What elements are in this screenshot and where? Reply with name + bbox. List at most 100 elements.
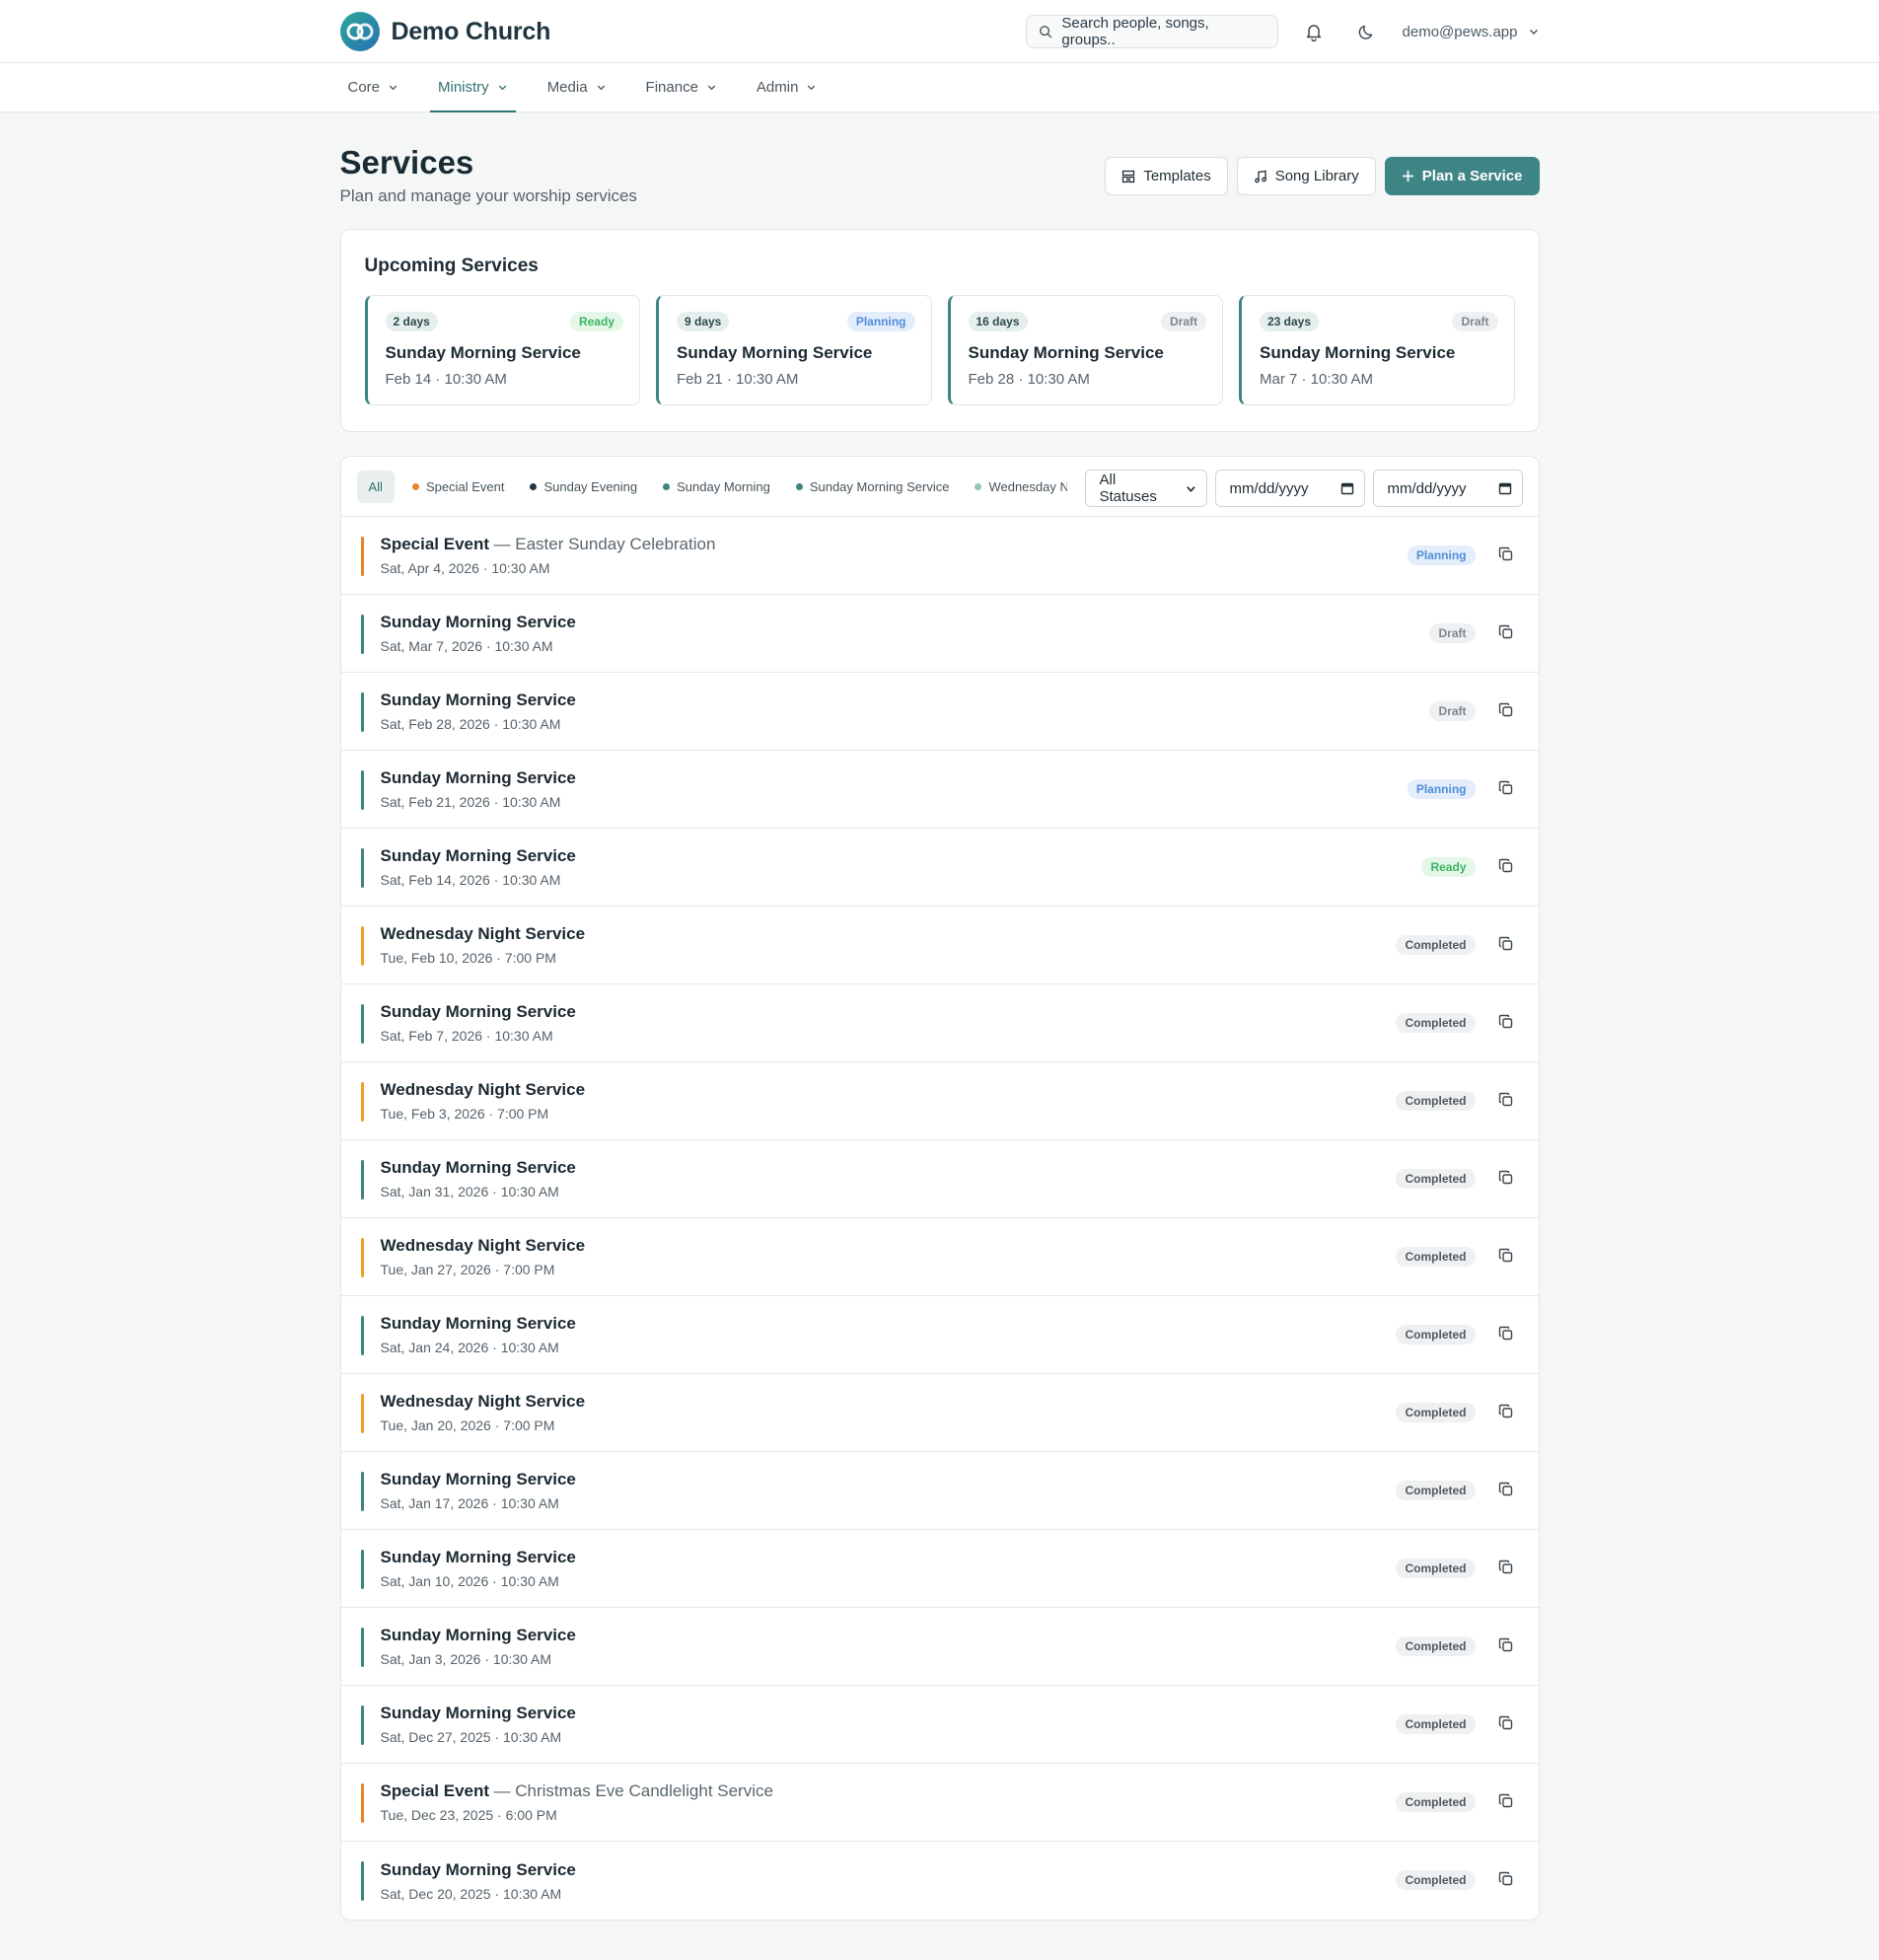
bell-icon xyxy=(1306,25,1321,41)
chip-label: Wednesday Night Service xyxy=(988,478,1066,494)
filter-chip-all[interactable]: All xyxy=(356,470,395,503)
service-title: Wednesday Night Service xyxy=(380,924,586,943)
service-row[interactable]: Sunday Morning Service Sat, Feb 14, 2026 … xyxy=(340,829,1539,907)
nav-item-core[interactable]: Core xyxy=(340,63,407,111)
service-type-color-bar xyxy=(360,1550,364,1589)
type-color-dot xyxy=(411,482,419,490)
calendar-icon xyxy=(1498,482,1511,495)
service-row[interactable]: Wednesday Night Service Tue, Jan 20, 2026… xyxy=(340,1374,1539,1452)
theme-toggle-button[interactable] xyxy=(1349,15,1385,48)
service-row[interactable]: Wednesday Night Service Tue, Jan 27, 2026… xyxy=(340,1218,1539,1296)
user-menu[interactable]: demo@pews.app xyxy=(1403,24,1540,40)
service-date: Tue, Feb 3, 2026 · 7:00 PM xyxy=(380,1106,549,1122)
service-row[interactable]: Sunday Morning Service Sat, Jan 17, 2026 … xyxy=(340,1452,1539,1530)
service-title: Special Event xyxy=(380,1781,490,1800)
duplicate-icon[interactable] xyxy=(1497,1247,1515,1265)
service-title: Sunday Morning Service xyxy=(380,613,576,631)
chevron-down-icon xyxy=(498,85,506,91)
service-row[interactable]: Sunday Morning Service Sat, Dec 20, 2025 … xyxy=(341,1842,1539,1920)
nav-item-label: Media xyxy=(546,79,588,96)
service-type-color-bar xyxy=(360,1394,364,1433)
chip-label: Sunday Morning Service xyxy=(809,478,950,494)
filter-chip-sunday-evening[interactable]: Sunday Evening xyxy=(522,472,645,502)
chip-label: Sunday Evening xyxy=(543,478,638,494)
service-row[interactable]: Sunday Morning Service Sat, Dec 27, 2025 … xyxy=(340,1686,1539,1764)
duplicate-icon[interactable] xyxy=(1497,1714,1515,1732)
duplicate-icon[interactable] xyxy=(1497,1870,1515,1888)
service-row[interactable]: Special Event — Christmas Eve Candleligh… xyxy=(340,1764,1539,1842)
service-date: Sat, Feb 28, 2026 · 10:30 AM xyxy=(380,716,561,732)
date-from-input[interactable]: mm/dd/yyyy xyxy=(1214,470,1365,507)
upcoming-service-card[interactable]: 23 days Draft Sunday Morning Service Mar 7 … xyxy=(1239,295,1515,405)
upcoming-grid: 2 days Ready Sunday Morning Service Feb 14 … xyxy=(364,295,1515,405)
service-row[interactable]: Sunday Morning Service Sat, Feb 7, 2026 ·… xyxy=(340,984,1539,1062)
service-date: Tue, Feb 10, 2026 · 7:00 PM xyxy=(380,950,556,966)
date-from-placeholder: mm/dd/yyyy xyxy=(1229,479,1309,497)
duplicate-icon[interactable] xyxy=(1497,1559,1515,1576)
upcoming-service-card[interactable]: 2 days Ready Sunday Morning Service Feb 14 … xyxy=(364,295,640,405)
brand[interactable]: Demo Church xyxy=(339,12,550,51)
filter-chip-special-event[interactable]: Special Event xyxy=(404,472,513,502)
duplicate-icon[interactable] xyxy=(1497,857,1515,875)
duplicate-icon[interactable] xyxy=(1497,1481,1515,1498)
duplicate-icon[interactable] xyxy=(1497,1792,1515,1810)
service-title: Sunday Morning Service xyxy=(380,768,576,787)
upcoming-service-card[interactable]: 16 days Draft Sunday Morning Service Feb 28… xyxy=(947,295,1223,405)
date-to-input[interactable]: mm/dd/yyyy xyxy=(1372,470,1523,507)
service-title: Sunday Morning Service xyxy=(380,846,576,865)
service-type-color-bar xyxy=(360,926,364,966)
status-badge: Ready xyxy=(1421,857,1476,877)
service-row[interactable]: Sunday Morning Service Sat, Jan 3, 2026 ·… xyxy=(340,1608,1539,1686)
service-row[interactable]: Special Event — Easter Sunday Celebratio… xyxy=(340,517,1539,595)
duplicate-icon[interactable] xyxy=(1497,779,1515,797)
duplicate-icon[interactable] xyxy=(1497,935,1515,953)
type-color-dot xyxy=(975,482,982,490)
service-type-color-bar xyxy=(360,1082,364,1122)
global-search[interactable]: Search people, songs, groups.. xyxy=(1025,15,1278,48)
duplicate-icon[interactable] xyxy=(1497,1636,1515,1654)
filter-chip-wednesday-night-service[interactable]: Wednesday Night Service xyxy=(967,472,1067,502)
duplicate-icon[interactable] xyxy=(1497,1169,1515,1187)
service-row[interactable]: Sunday Morning Service Sat, Mar 7, 2026 ·… xyxy=(340,595,1539,673)
duplicate-icon[interactable] xyxy=(1497,545,1515,563)
upcoming-service-card[interactable]: 9 days Planning Sunday Morning Service Feb … xyxy=(656,295,932,405)
filter-chip-sunday-morning-service[interactable]: Sunday Morning Service xyxy=(788,472,958,502)
service-title: Wednesday Night Service xyxy=(380,1080,586,1099)
nav-item-ministry[interactable]: Ministry xyxy=(430,63,516,112)
duplicate-icon[interactable] xyxy=(1497,1403,1515,1420)
status-select[interactable]: All Statuses xyxy=(1084,470,1207,507)
duplicate-icon[interactable] xyxy=(1497,701,1515,719)
chevron-down-icon xyxy=(389,85,397,91)
service-row[interactable]: Wednesday Night Service Tue, Feb 3, 2026 … xyxy=(340,1062,1539,1140)
days-until-badge: 9 days xyxy=(677,312,730,331)
song-library-button[interactable]: Song Library xyxy=(1236,157,1376,195)
days-until-badge: 2 days xyxy=(385,312,438,331)
service-row[interactable]: Sunday Morning Service Sat, Jan 24, 2026 … xyxy=(340,1296,1539,1374)
service-type-color-bar xyxy=(360,1160,364,1199)
duplicate-icon[interactable] xyxy=(1497,1013,1515,1031)
service-row[interactable]: Sunday Morning Service Sat, Feb 28, 2026 … xyxy=(340,673,1539,751)
filter-chip-sunday-morning[interactable]: Sunday Morning xyxy=(655,472,778,502)
service-row[interactable]: Wednesday Night Service Tue, Feb 10, 2026… xyxy=(340,907,1539,984)
service-row[interactable]: Sunday Morning Service Sat, Jan 31, 2026 … xyxy=(340,1140,1539,1218)
service-row[interactable]: Sunday Morning Service Sat, Jan 10, 2026 … xyxy=(340,1530,1539,1608)
duplicate-icon[interactable] xyxy=(1497,1091,1515,1109)
service-date: Sat, Feb 14, 2026 · 10:30 AM xyxy=(380,872,561,888)
duplicate-icon[interactable] xyxy=(1497,623,1515,641)
status-badge: Completed xyxy=(1396,1792,1476,1812)
status-badge: Completed xyxy=(1396,1481,1476,1500)
filter-bar: All Special Event Sunday Evening Sunday Mor… xyxy=(340,457,1539,517)
nav-item-finance[interactable]: Finance xyxy=(638,63,725,111)
duplicate-icon[interactable] xyxy=(1497,1325,1515,1343)
chip-label: All xyxy=(368,478,383,494)
nav-item-media[interactable]: Media xyxy=(540,63,614,111)
nav-item-admin[interactable]: Admin xyxy=(749,63,826,111)
notifications-button[interactable] xyxy=(1296,15,1332,48)
service-title: Sunday Morning Service xyxy=(380,1704,576,1722)
templates-button[interactable]: Templates xyxy=(1105,157,1228,195)
type-color-dot xyxy=(795,482,803,490)
nav-item-label: Finance xyxy=(645,79,698,96)
plan-service-button[interactable]: Plan a Service xyxy=(1384,157,1540,195)
service-row[interactable]: Sunday Morning Service Sat, Feb 21, 2026 … xyxy=(340,751,1539,829)
status-select-value: All Statuses xyxy=(1099,472,1157,505)
